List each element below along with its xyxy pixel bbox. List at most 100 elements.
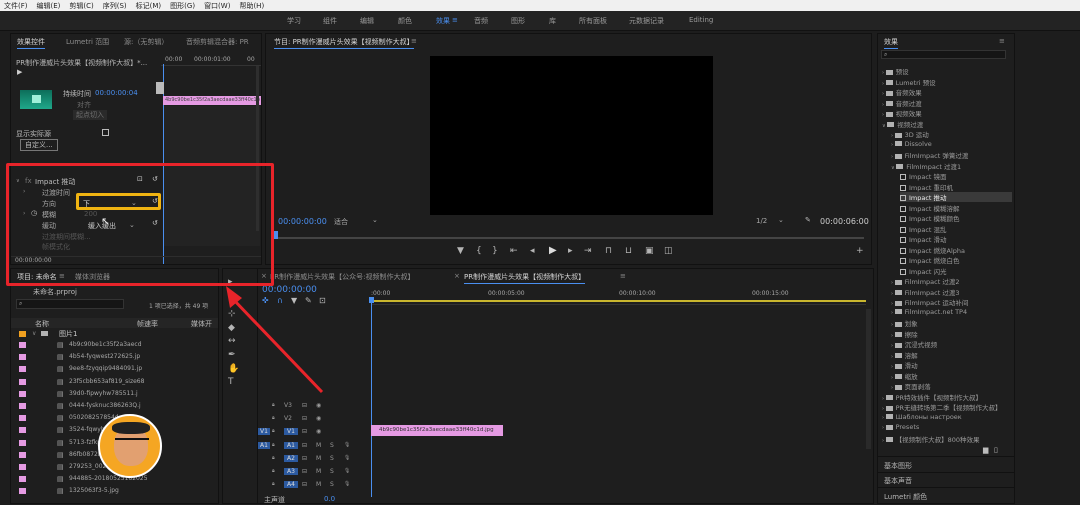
wrench-icon[interactable]: ✎ xyxy=(805,216,811,224)
effect-folder[interactable]: › 3D 运动 xyxy=(891,129,929,139)
effect-folder[interactable]: › 音频过渡 xyxy=(882,98,922,108)
track-lock-icon[interactable]: 🔒︎ xyxy=(272,468,275,474)
mute-button[interactable]: M xyxy=(316,481,321,488)
track-label[interactable]: A3 xyxy=(284,468,298,475)
master-volume[interactable]: 0.0 xyxy=(324,495,335,503)
go-to-out-icon[interactable]: ⇥ xyxy=(584,246,592,256)
work-area-bar[interactable] xyxy=(371,300,866,302)
track-label[interactable]: V3 xyxy=(284,402,292,409)
delete-icon[interactable]: ▯ xyxy=(994,446,998,454)
sync-lock-icon[interactable]: ⊟ xyxy=(302,481,307,488)
effect-folder[interactable]: › 【视频制作大叔】800种效果 xyxy=(882,434,980,444)
menu-clip[interactable]: 剪辑(C) xyxy=(69,1,93,11)
tab-effect-controls[interactable]: 效果控件 xyxy=(17,37,45,49)
new-bin-icon[interactable]: ▆ xyxy=(983,446,988,454)
effect-item[interactable]: Impact 重印机 xyxy=(900,182,953,192)
align-select[interactable]: 起点切入 xyxy=(73,110,107,120)
panel-essential-graphics[interactable]: 基本图形 xyxy=(884,461,912,471)
panel-lumetri-color[interactable]: Lumetri 颜色 xyxy=(884,492,927,502)
effect-folder[interactable]: › PR无缝转场第二季【视频制作大叔】 xyxy=(882,402,1002,412)
video-viewport[interactable] xyxy=(430,56,713,215)
sync-lock-icon[interactable]: ⊟ xyxy=(302,415,307,422)
track-visibility-icon[interactable]: ◉ xyxy=(316,428,321,435)
project-file-item[interactable]: 0444-fysknuc386263Q.j xyxy=(69,402,159,409)
custom-button[interactable]: 自定义... xyxy=(20,139,58,151)
effect-folder[interactable]: › Dissolve xyxy=(891,140,932,148)
effect-folder[interactable]: › 擦除 xyxy=(891,329,918,339)
step-back-icon[interactable]: ◂ xyxy=(530,246,535,256)
menu-edit[interactable]: 编辑(E) xyxy=(37,1,61,11)
timeline-scrollbar[interactable] xyxy=(866,309,871,449)
effect-folder[interactable]: › FilmImpact 过渡2 xyxy=(891,276,960,286)
workspace-libraries[interactable]: 库 xyxy=(549,16,556,26)
effect-folder[interactable]: › FilmImpact.net TP4 xyxy=(891,308,967,316)
workspace-assembly[interactable]: 组件 xyxy=(323,16,337,26)
effect-item[interactable]: Impact 模糊颜色 xyxy=(900,213,960,223)
workspace-audio[interactable]: 音频 xyxy=(474,16,488,26)
menu-file[interactable]: 文件(F) xyxy=(4,1,28,11)
workspace-graphics[interactable]: 图形 xyxy=(511,16,525,26)
track-lock-icon[interactable]: 🔒︎ xyxy=(272,428,275,434)
effect-folder[interactable]: › Шаблоны настроек xyxy=(882,413,962,421)
program-playhead[interactable] xyxy=(274,231,278,239)
effect-folder[interactable]: › 视频效果 xyxy=(882,108,922,118)
effect-item[interactable]: Impact 滑动 xyxy=(900,234,947,244)
add-button-icon[interactable]: + xyxy=(856,246,864,256)
workspace-all-panels[interactable]: 所有面板 xyxy=(579,16,607,26)
tab-close-icon[interactable]: × xyxy=(454,272,460,280)
menu-help[interactable]: 帮助(H) xyxy=(239,1,264,11)
play-button-icon[interactable]: ▶ xyxy=(549,245,557,256)
lift-icon[interactable]: ⊓ xyxy=(605,246,612,256)
effect-folder[interactable]: › Presets xyxy=(882,423,919,431)
tab-source[interactable]: 源:（无剪辑） xyxy=(124,37,168,47)
source-patch-v1[interactable]: V1 xyxy=(258,428,270,435)
tab-program[interactable]: 节目: PR制作漫威片头效果【视频制作大叔】 xyxy=(274,37,414,49)
timeline-ruler[interactable]: :00:00 00:00:05:00 00:00:10:00 00:00:15:… xyxy=(371,289,866,305)
effect-folder[interactable]: › 缩放 xyxy=(891,371,918,381)
track-lock-icon[interactable]: 🔒︎ xyxy=(272,455,275,461)
project-file-item[interactable]: 4b54-fyqwest272625.jp xyxy=(69,353,159,360)
menu-window[interactable]: 窗口(W) xyxy=(204,1,230,11)
voice-over-record-icon[interactable]: 🎙︎ xyxy=(344,481,350,487)
mark-in-icon[interactable]: { xyxy=(476,246,482,256)
project-file-item[interactable]: 1325063f3-5.jpg xyxy=(69,487,159,494)
solo-button[interactable]: S xyxy=(330,468,334,475)
solo-button[interactable]: S xyxy=(330,481,334,488)
workspace-effects[interactable]: 效果 xyxy=(436,16,450,26)
menu-graphics[interactable]: 图形(G) xyxy=(170,1,195,11)
tab-audio-mixer[interactable]: 音频剪辑混合器: PR xyxy=(186,37,261,47)
track-lock-icon[interactable]: 🔒︎ xyxy=(272,402,275,408)
tab-lumetri-scopes[interactable]: Lumetri 范围 xyxy=(66,37,109,47)
mute-button[interactable]: M xyxy=(316,468,321,475)
project-file-item[interactable]: 39d0-fipwyhw785511.j xyxy=(69,390,159,397)
track-label[interactable]: V1 xyxy=(284,428,298,435)
effect-item[interactable]: Impact 燃烧Alpha xyxy=(900,245,965,255)
mute-button[interactable]: M xyxy=(316,442,321,449)
step-forward-icon[interactable]: ▸ xyxy=(568,246,573,256)
effect-folder[interactable]: › FilmImpact 过渡3 xyxy=(891,287,960,297)
add-marker-icon[interactable]: ▼ xyxy=(457,246,464,256)
effect-item[interactable]: Impact 模糊溶解 xyxy=(900,203,960,213)
workspace-edit[interactable]: 编辑 xyxy=(360,16,374,26)
effect-item[interactable]: Impact 闪光 xyxy=(900,266,947,276)
menu-marker[interactable]: 标记(M) xyxy=(136,1,162,11)
effect-folder[interactable]: › FilmImpact 弹簧过渡 xyxy=(891,150,968,160)
effect-folder[interactable]: › 页面剥落 xyxy=(891,381,931,391)
dropdown-chevron-icon[interactable]: ⌄ xyxy=(778,216,784,224)
project-file-item[interactable]: 4b9c90be1c35f2a3aecd xyxy=(69,341,159,348)
workspace-color[interactable]: 颜色 xyxy=(398,16,412,26)
tab-sequence-2[interactable]: PR制作漫威片头效果【视频制作大叔】 xyxy=(464,272,586,284)
panel-essential-sound[interactable]: 基本声音 xyxy=(884,476,912,486)
track-visibility-icon[interactable]: ◉ xyxy=(316,402,321,409)
track-lock-icon[interactable]: 🔒︎ xyxy=(272,481,275,487)
program-timecode[interactable]: 00:00:00:00 xyxy=(278,217,327,226)
column-name[interactable]: 名称 xyxy=(35,319,49,329)
voice-over-record-icon[interactable]: 🎙︎ xyxy=(344,468,350,474)
comparison-view-icon[interactable]: ◫ xyxy=(664,246,673,256)
track-lock-icon[interactable]: 🔒︎ xyxy=(272,442,275,448)
program-scrub-bar[interactable] xyxy=(274,237,864,239)
voice-over-record-icon[interactable]: 🎙︎ xyxy=(344,442,350,448)
playhead-handle[interactable] xyxy=(369,297,374,303)
project-search-input[interactable]: ⌕ xyxy=(16,299,124,309)
effect-folder[interactable]: › 滑动 xyxy=(891,360,918,370)
